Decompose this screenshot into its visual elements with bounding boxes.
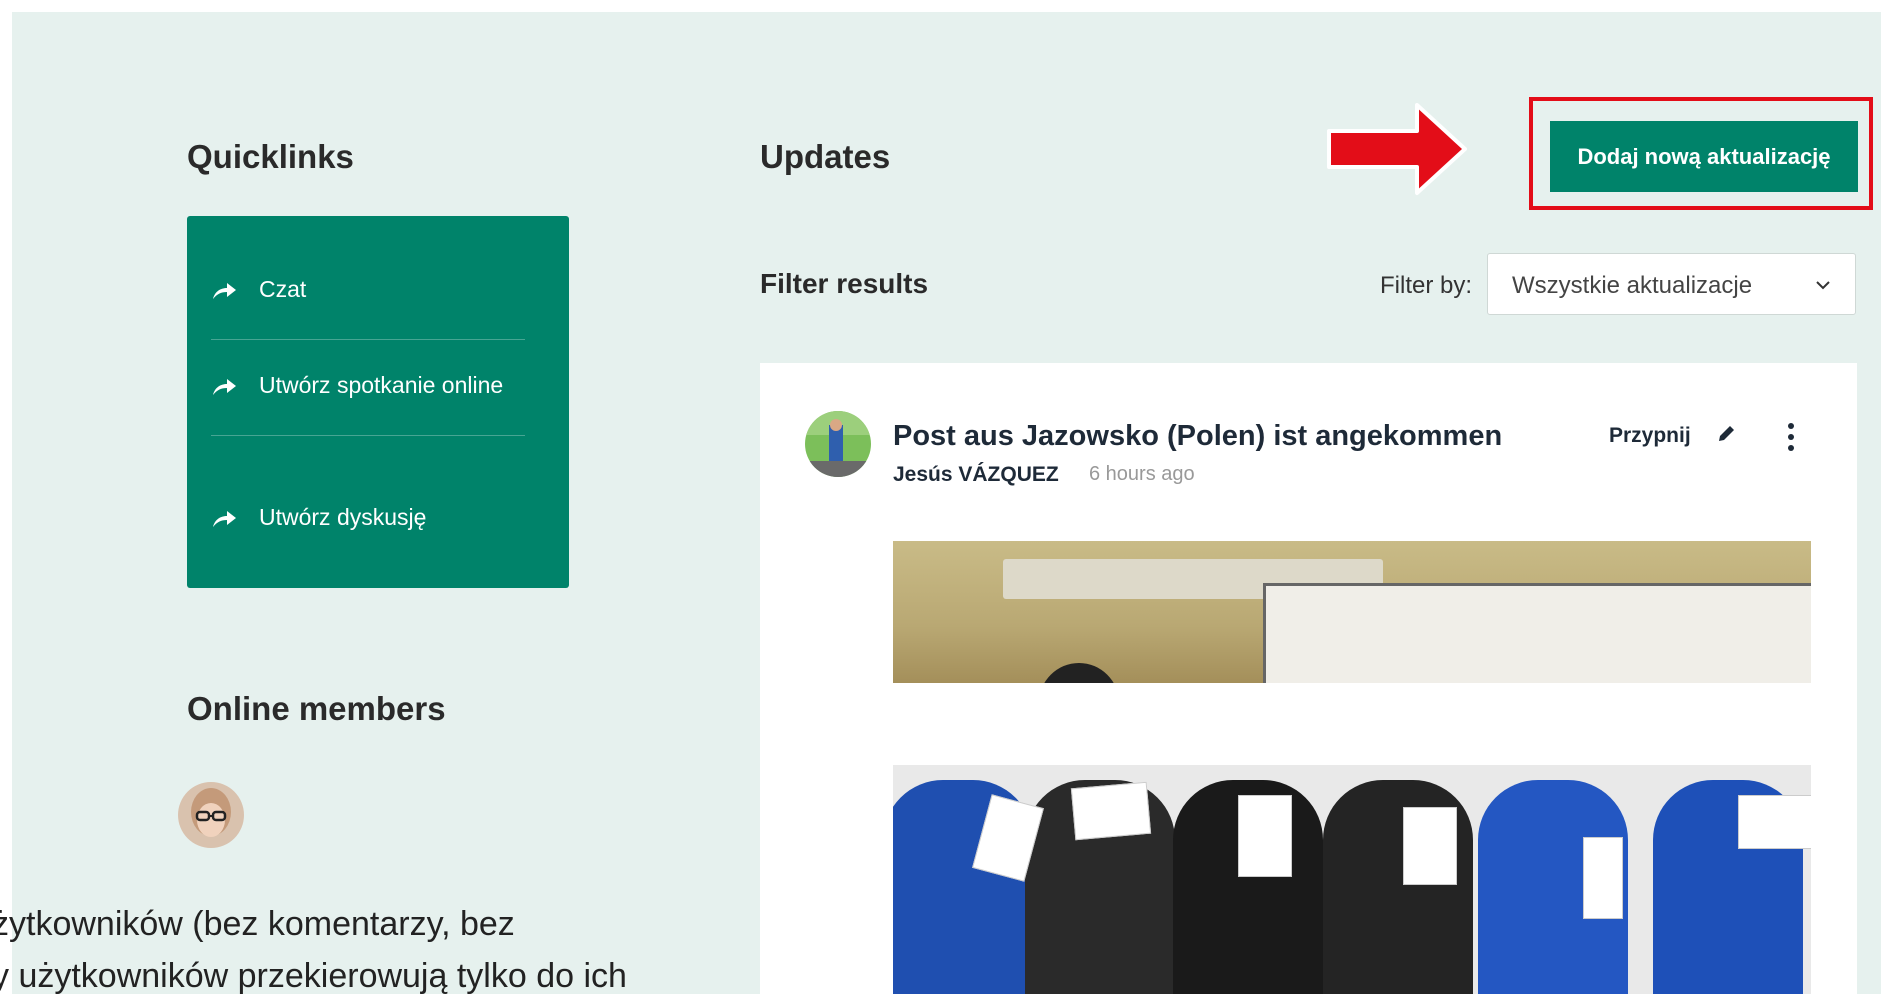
overlay-caption: żytkowników (bez komentarzy, bez y użytk… xyxy=(0,898,627,1002)
quicklinks-heading: Quicklinks xyxy=(187,138,354,175)
online-member-avatar[interactable] xyxy=(178,782,244,848)
quicklink-czat[interactable]: Czat xyxy=(211,271,525,340)
quicklink-label: Utwórz dyskusję xyxy=(259,504,427,530)
quicklink-create-online-meeting[interactable]: Utwórz spotkanie online xyxy=(211,367,525,436)
share-arrow-icon xyxy=(213,510,236,527)
filter-results-heading: Filter results xyxy=(760,268,929,299)
more-options-icon[interactable] xyxy=(1787,422,1795,452)
share-arrow-icon xyxy=(213,378,236,395)
post-image-1[interactable] xyxy=(893,541,1811,683)
filter-selected-value: Wszystkie aktualizacje xyxy=(1512,272,1753,299)
overlay-caption-line-2: y użytkowników przekierowują tylko do ic… xyxy=(0,957,627,995)
post-time: 6 hours ago xyxy=(1089,463,1195,485)
filter-select[interactable]: Wszystkie aktualizacje xyxy=(1487,253,1856,315)
updates-heading: Updates xyxy=(760,138,891,175)
post-image-2[interactable] xyxy=(893,765,1811,994)
quicklink-label: Utwórz spotkanie online xyxy=(259,372,504,398)
add-update-button[interactable]: Dodaj nową aktualizację xyxy=(1550,121,1858,192)
author-avatar[interactable] xyxy=(805,411,871,477)
chevron-down-icon xyxy=(1816,281,1830,290)
quicklink-create-discussion[interactable]: Utwórz dyskusję xyxy=(211,499,521,535)
pin-button[interactable]: Przypnij xyxy=(1609,423,1737,448)
post-title[interactable]: Post aus Jazowsko (Polen) ist angekommen xyxy=(893,420,1502,453)
share-arrow-icon xyxy=(213,282,236,299)
pencil-icon xyxy=(1718,426,1734,441)
overlay-caption-line-1: żytkowników (bez komentarzy, bez xyxy=(0,905,515,943)
pin-label: Przypnij xyxy=(1609,424,1691,447)
post-card: Post aus Jazowsko (Polen) ist angekommen… xyxy=(760,363,1857,994)
online-members-heading: Online members xyxy=(187,690,446,727)
filter-by-label: Filter by: xyxy=(1380,272,1473,299)
red-arrow-icon xyxy=(1327,103,1467,195)
post-author[interactable]: Jesús VÁZQUEZ xyxy=(893,463,1059,487)
quicklinks-box: Czat Utwórz spotkanie online Utwórz dysk… xyxy=(187,216,569,588)
quicklink-label: Czat xyxy=(259,276,307,302)
